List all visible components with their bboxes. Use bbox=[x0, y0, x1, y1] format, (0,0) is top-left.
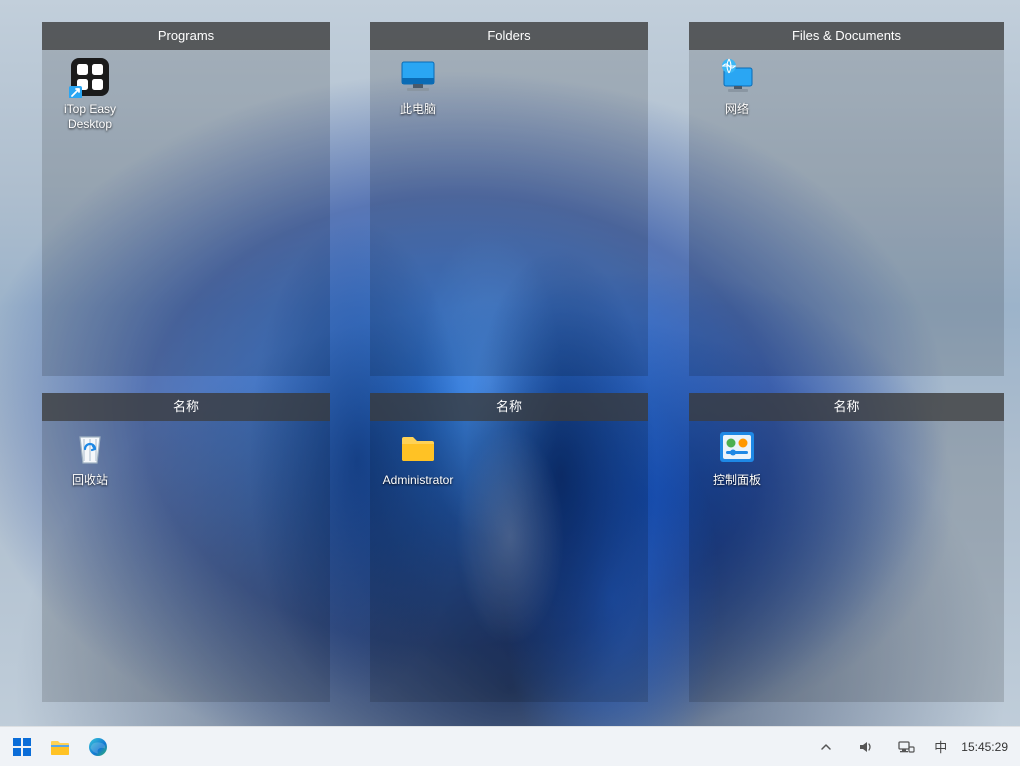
icon-recycle-bin[interactable]: 回收站 bbox=[48, 427, 132, 488]
tray-ime[interactable]: 中 bbox=[932, 733, 949, 761]
fence-folders-body[interactable]: 此电脑 bbox=[370, 50, 648, 376]
fence-name-2-body[interactable]: Administrator bbox=[370, 421, 648, 702]
network-icon bbox=[716, 56, 758, 98]
fence-name-1-title[interactable]: 名称 bbox=[42, 393, 330, 421]
fence-programs-title[interactable]: Programs bbox=[42, 22, 330, 50]
folder-icon bbox=[397, 427, 439, 469]
icon-control-panel[interactable]: 控制面板 bbox=[695, 427, 779, 488]
taskbar-edge[interactable] bbox=[84, 733, 112, 761]
fence-programs-body[interactable]: iTop Easy Desktop bbox=[42, 50, 330, 376]
icon-label: 网络 bbox=[725, 102, 749, 117]
tray-volume-icon[interactable] bbox=[852, 733, 880, 761]
icon-administrator-folder[interactable]: Administrator bbox=[376, 427, 460, 488]
taskbar-file-explorer[interactable] bbox=[46, 733, 74, 761]
fence-name-1[interactable]: 名称 回收站 bbox=[42, 393, 330, 702]
recycle-bin-icon bbox=[69, 427, 111, 469]
icon-label: iTop Easy Desktop bbox=[48, 102, 132, 132]
fence-folders[interactable]: Folders 此电脑 bbox=[370, 22, 648, 376]
fence-name-2[interactable]: 名称 Administrator bbox=[370, 393, 648, 702]
icon-label: 此电脑 bbox=[400, 102, 436, 117]
fence-name-3-title[interactable]: 名称 bbox=[689, 393, 1004, 421]
itop-app-icon bbox=[69, 56, 111, 98]
fence-files-documents-body[interactable]: 网络 bbox=[689, 50, 1004, 376]
fence-programs[interactable]: Programs iTop Easy Desktop bbox=[42, 22, 330, 376]
fence-name-3[interactable]: 名称 控制面板 bbox=[689, 393, 1004, 702]
taskbar-clock[interactable]: 15:45:29 bbox=[961, 740, 1012, 754]
icon-label: Administrator bbox=[383, 473, 454, 488]
fence-folders-title[interactable]: Folders bbox=[370, 22, 648, 50]
control-panel-icon bbox=[716, 427, 758, 469]
icon-this-pc[interactable]: 此电脑 bbox=[376, 56, 460, 117]
fence-files-documents-title[interactable]: Files & Documents bbox=[689, 22, 1004, 50]
fence-files-documents[interactable]: Files & Documents 网络 bbox=[689, 22, 1004, 376]
this-pc-icon bbox=[397, 56, 439, 98]
tray-overflow[interactable] bbox=[812, 733, 840, 761]
icon-label: 控制面板 bbox=[713, 473, 761, 488]
fence-name-2-title[interactable]: 名称 bbox=[370, 393, 648, 421]
tray-network-icon[interactable] bbox=[892, 733, 920, 761]
icon-itop-easy-desktop[interactable]: iTop Easy Desktop bbox=[48, 56, 132, 132]
icon-network[interactable]: 网络 bbox=[695, 56, 779, 117]
icon-label: 回收站 bbox=[72, 473, 108, 488]
fence-name-3-body[interactable]: 控制面板 bbox=[689, 421, 1004, 702]
desktop-area[interactable]: Programs iTop Easy Desktop bbox=[0, 0, 1020, 726]
start-button[interactable] bbox=[8, 733, 36, 761]
taskbar[interactable]: 中 15:45:29 bbox=[0, 726, 1020, 766]
fence-name-1-body[interactable]: 回收站 bbox=[42, 421, 330, 702]
